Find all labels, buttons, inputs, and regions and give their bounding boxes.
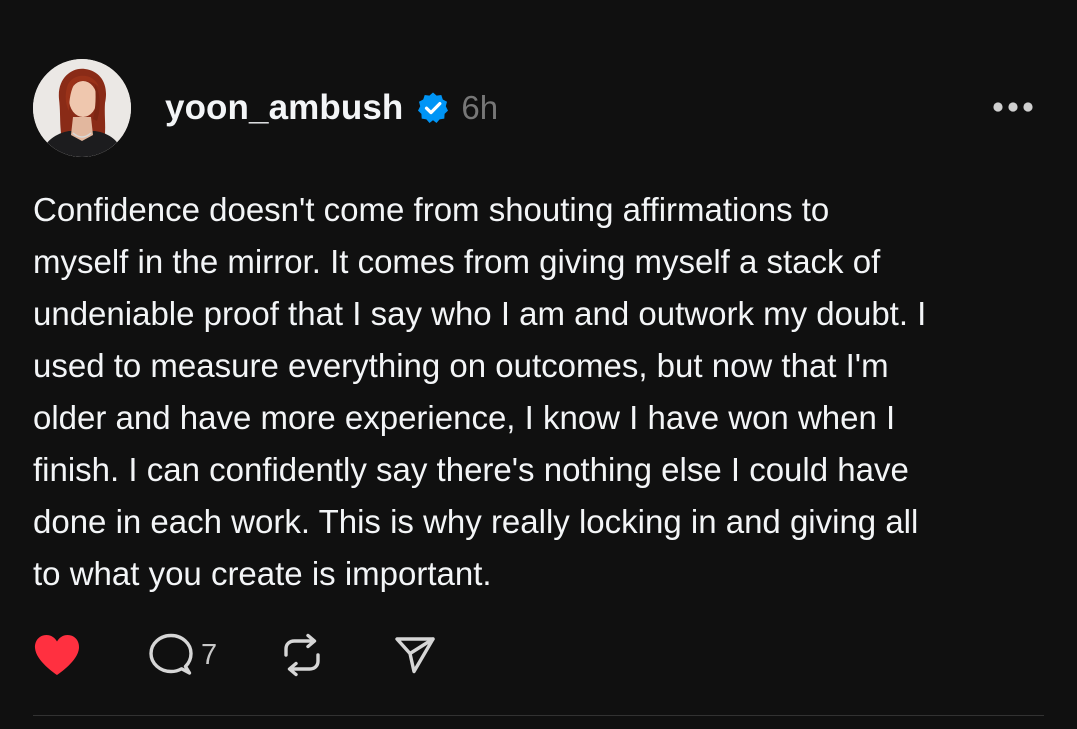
share-button[interactable] (393, 633, 437, 677)
more-options-button[interactable] (990, 92, 1036, 122)
ellipsis-icon (993, 102, 1033, 112)
thread-post: yoon_ambush 6h Confidence doesn't come f… (0, 0, 1077, 729)
reply-count: 7 (201, 638, 218, 671)
reply-button[interactable]: 7 (147, 632, 217, 678)
post-text: Confidence doesn't come from shouting af… (33, 191, 927, 592)
post-actions: 7 (33, 632, 437, 678)
profile-photo-icon (33, 59, 131, 157)
like-button[interactable] (33, 632, 81, 678)
post-divider (33, 715, 1044, 716)
verified-badge-icon (416, 91, 450, 125)
username[interactable]: yoon_ambush (165, 88, 403, 128)
send-icon (395, 637, 435, 674)
post-timestamp: 6h (461, 89, 499, 126)
repost-icon (284, 633, 320, 677)
avatar[interactable] (33, 59, 131, 157)
comment-icon (149, 633, 193, 675)
post-header: yoon_ambush 6h (165, 84, 498, 132)
repost-button[interactable] (280, 633, 324, 677)
heart-icon (34, 635, 80, 675)
